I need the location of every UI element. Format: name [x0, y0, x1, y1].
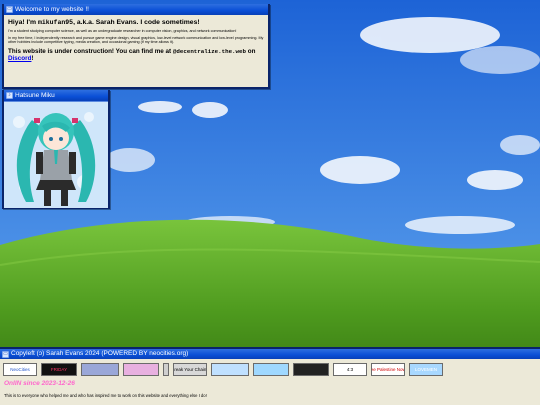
- welcome-window-title: Welcome to my website !!: [15, 6, 89, 13]
- window-app-icon: ▭: [2, 350, 9, 358]
- footer-badge[interactable]: [163, 362, 169, 376]
- footer-badge[interactable]: Break Your Chains: [173, 362, 207, 376]
- footer-badge[interactable]: [211, 362, 249, 376]
- footer-badge[interactable]: NeoCities: [3, 362, 37, 376]
- footer-badge[interactable]: Free Palestine Now!!!: [371, 362, 405, 376]
- discord-link[interactable]: Discord: [8, 55, 31, 62]
- greeting-prefix: Hiya! I'm: [8, 19, 38, 26]
- greeting-suffix: , a.k.a. Sarah Evans. I code sometimes!: [73, 19, 200, 26]
- construction-notice: This website is under construction! You …: [8, 48, 264, 63]
- miku-illustration: [4, 102, 108, 208]
- notice-text-1: This website is under construction! You …: [8, 47, 173, 55]
- miku-window: ♪ Hatsune Miku: [2, 90, 110, 209]
- window-app-icon: ▭: [6, 6, 13, 13]
- window-app-icon: ♪: [6, 92, 13, 99]
- footer-titlebar: ▭ Copyleft (ↄ) Sarah Evans 2024 (POWERED…: [0, 349, 540, 359]
- welcome-window-titlebar[interactable]: ▭ Welcome to my website !!: [4, 4, 268, 15]
- welcome-window-body: Hiya! I'm mikufan95, a.k.a. Sarah Evans.…: [4, 15, 268, 66]
- miku-image: [4, 102, 108, 208]
- footer-badge[interactable]: FRIDAY: [41, 362, 77, 376]
- welcome-window: ▭ Welcome to my website !! Hiya! I'm mik…: [2, 4, 270, 89]
- badge-row: NeoCities FRIDAY Break Your Chains 4:3 Free …: [0, 359, 540, 376]
- footer-badge[interactable]: 4:3: [333, 362, 367, 376]
- bio-paragraph-2: In my free time, I independently researc…: [8, 35, 264, 45]
- thanks-text: This is to everyone who helped me and wh…: [4, 393, 207, 398]
- footer-badge[interactable]: [293, 362, 329, 376]
- footer-badge[interactable]: LOVEMEN: [409, 362, 443, 376]
- footer-badge[interactable]: [253, 362, 289, 376]
- copyleft-text: Copyleft (ↄ) Sarah Evans 2024 (POWERED B…: [11, 350, 189, 357]
- miku-window-titlebar[interactable]: ♪ Hatsune Miku: [4, 90, 108, 101]
- greeting-heading: Hiya! I'm mikufan95, a.k.a. Sarah Evans.…: [8, 19, 264, 26]
- notice-text-2: on: [245, 47, 256, 55]
- footer-badge[interactable]: [81, 362, 119, 376]
- miku-window-title: Hatsune Miku: [15, 92, 55, 99]
- handle-text: mikufan95: [37, 19, 74, 26]
- footer-badge[interactable]: [123, 362, 159, 376]
- contact-handle: @decentralize.the.web: [172, 47, 246, 55]
- notice-end: !: [31, 55, 34, 63]
- bio-paragraph-1: I'm a student studying computer science,…: [8, 29, 237, 33]
- footer-panel: ▭ Copyleft (ↄ) Sarah Evans 2024 (POWERED…: [0, 347, 540, 405]
- online-since-text: OnIIN since 2023-12-26: [4, 380, 75, 387]
